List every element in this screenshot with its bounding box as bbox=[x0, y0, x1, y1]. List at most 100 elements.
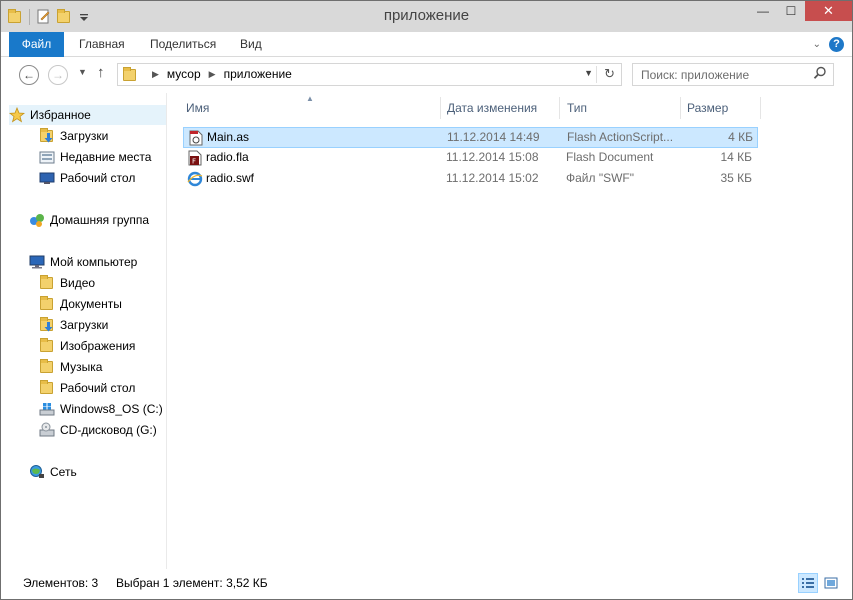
documents-folder-icon bbox=[39, 296, 55, 312]
network-icon bbox=[29, 464, 45, 480]
sidebar-item-label: Мой компьютер bbox=[50, 255, 138, 269]
large-icons-view-button[interactable] bbox=[821, 573, 841, 593]
sidebar-item-music[interactable]: Музыка bbox=[39, 357, 102, 377]
cd-drive-icon bbox=[39, 422, 55, 438]
column-header-size[interactable]: Размер bbox=[687, 99, 728, 117]
column-separator[interactable] bbox=[680, 97, 681, 119]
sidebar-item-favorites[interactable]: Избранное bbox=[8, 105, 166, 125]
tab-file[interactable]: Файл bbox=[9, 32, 64, 57]
address-separator bbox=[596, 66, 597, 83]
sort-ascending-icon: ▲ bbox=[306, 94, 314, 103]
ribbon-tabs: Файл Главная Поделиться Вид ⌄ ? bbox=[1, 32, 852, 57]
sidebar-item-label: Документы bbox=[60, 297, 122, 311]
navigation-pane: Избранное Загрузки Недавние места Рабочи… bbox=[1, 93, 167, 569]
breadcrumb: ▶ мусор ▶ приложение bbox=[122, 67, 292, 81]
table-row[interactable]: F radio.fla 11.12.2014 15:08 Flash Docum… bbox=[183, 148, 758, 169]
expand-ribbon-chevron-icon[interactable]: ⌄ bbox=[813, 39, 821, 50]
column-separator[interactable] bbox=[559, 97, 560, 119]
large-icons-view-icon bbox=[824, 577, 838, 589]
computer-icon bbox=[29, 254, 45, 270]
homegroup-icon bbox=[29, 212, 45, 228]
desktop-folder-icon bbox=[39, 380, 55, 396]
sidebar-item-pictures[interactable]: Изображения bbox=[39, 336, 135, 356]
tab-home[interactable]: Главная bbox=[65, 32, 139, 57]
sidebar-item-label: Избранное bbox=[30, 108, 91, 122]
status-selection: Выбран 1 элемент: 3,52 КБ bbox=[116, 576, 268, 590]
navigation-bar: ← → ▼ ↑ ▶ мусор ▶ приложение ▼ ↻ Поиск: … bbox=[1, 57, 852, 93]
sidebar-item-documents[interactable]: Документы bbox=[39, 294, 122, 314]
sidebar-item-label: Рабочий стол bbox=[60, 381, 136, 395]
sidebar-item-downloads-pc[interactable]: Загрузки bbox=[39, 315, 108, 335]
sidebar-item-desktop-pc[interactable]: Рабочий стол bbox=[39, 378, 135, 398]
sidebar-item-network[interactable]: Сеть bbox=[29, 462, 77, 482]
address-history-chevron-icon[interactable]: ▼ bbox=[584, 68, 593, 78]
status-item-count: Элементов: 3 bbox=[23, 576, 99, 590]
refresh-icon[interactable]: ↻ bbox=[604, 66, 615, 82]
recent-locations-chevron-icon[interactable]: ▼ bbox=[78, 67, 87, 77]
title-bar: приложение — ☐ ✕ bbox=[1, 1, 852, 32]
search-box[interactable]: Поиск: приложение bbox=[632, 63, 834, 86]
downloads-folder-icon bbox=[39, 128, 55, 144]
sidebar-item-label: Сеть bbox=[50, 465, 77, 479]
folder-icon bbox=[122, 67, 138, 81]
up-button[interactable]: ↑ bbox=[97, 64, 105, 81]
search-icon[interactable] bbox=[813, 66, 827, 83]
sidebar-item-label: Windows8_OS (C:) bbox=[60, 402, 163, 416]
sidebar-item-label: Музыка bbox=[60, 360, 103, 374]
sidebar-item-recent-places[interactable]: Недавние места bbox=[39, 147, 151, 167]
file-size: 4 КБ bbox=[728, 130, 753, 144]
svg-text:F: F bbox=[192, 158, 196, 166]
details-view-icon bbox=[802, 578, 814, 588]
sidebar-item-downloads[interactable]: Загрузки bbox=[39, 126, 108, 146]
file-date: 11.12.2014 15:02 bbox=[446, 171, 539, 185]
status-bar: Элементов: 3 Выбран 1 элемент: 3,52 КБ bbox=[1, 569, 852, 599]
maximize-button[interactable]: ☐ bbox=[777, 1, 805, 21]
sidebar-item-label: Загрузки bbox=[60, 318, 109, 332]
forward-button[interactable]: → bbox=[48, 65, 68, 85]
file-name: radio.fla bbox=[206, 150, 249, 164]
breadcrumb-arrow-icon[interactable]: ▶ bbox=[209, 69, 216, 80]
window-controls: — ☐ ✕ bbox=[749, 1, 852, 21]
back-button[interactable]: ← bbox=[19, 65, 39, 85]
minimize-button[interactable]: — bbox=[749, 1, 777, 21]
sidebar-item-label: CD-дисковод (G:) bbox=[60, 423, 157, 437]
sidebar-item-label: Видео bbox=[60, 276, 96, 290]
column-separator[interactable] bbox=[440, 97, 441, 119]
help-button[interactable]: ? bbox=[829, 37, 844, 52]
table-row[interactable]: Main.as 11.12.2014 14:49 Flash ActionScr… bbox=[183, 127, 758, 148]
search-input[interactable]: Поиск: приложение bbox=[641, 68, 749, 82]
sidebar-item-computer[interactable]: Мой компьютер bbox=[29, 252, 137, 272]
windows-drive-icon bbox=[39, 401, 55, 417]
pictures-folder-icon bbox=[39, 338, 55, 354]
sidebar-item-drive-c[interactable]: Windows8_OS (C:) bbox=[39, 399, 163, 419]
video-folder-icon bbox=[39, 275, 55, 291]
sidebar-item-desktop[interactable]: Рабочий стол bbox=[39, 168, 135, 188]
column-header-date[interactable]: Дата изменения bbox=[447, 99, 537, 117]
downloads-folder-icon bbox=[39, 317, 55, 333]
table-row[interactable]: radio.swf 11.12.2014 15:02 Файл "SWF" 35… bbox=[183, 169, 758, 190]
sidebar-item-label: Изображения bbox=[60, 339, 136, 353]
column-header-name[interactable]: Имя bbox=[186, 99, 209, 117]
address-bar[interactable]: ▶ мусор ▶ приложение ▼ ↻ bbox=[117, 63, 622, 86]
actionscript-file-icon bbox=[188, 130, 204, 146]
column-separator[interactable] bbox=[760, 97, 761, 119]
file-size: 14 КБ bbox=[720, 150, 752, 164]
file-size: 35 КБ bbox=[720, 171, 752, 185]
desktop-icon bbox=[39, 170, 55, 186]
breadcrumb-item-musor[interactable]: мусор bbox=[167, 67, 201, 81]
sidebar-item-video[interactable]: Видео bbox=[39, 273, 95, 293]
tab-share[interactable]: Поделиться bbox=[136, 32, 230, 57]
window-title: приложение bbox=[383, 7, 470, 24]
file-type: Файл "SWF" bbox=[566, 171, 635, 185]
breadcrumb-arrow-icon[interactable]: ▶ bbox=[152, 69, 159, 80]
details-view-button[interactable] bbox=[798, 573, 818, 593]
file-list: ▲ Имя Дата изменения Тип Размер Main.as … bbox=[168, 93, 852, 569]
close-button[interactable]: ✕ bbox=[805, 1, 852, 21]
sidebar-item-homegroup[interactable]: Домашняя группа bbox=[29, 210, 149, 230]
sidebar-item-label: Загрузки bbox=[60, 129, 109, 143]
sidebar-item-label: Домашняя группа bbox=[50, 213, 150, 227]
sidebar-item-drive-g[interactable]: CD-дисковод (G:) bbox=[39, 420, 157, 440]
column-header-type[interactable]: Тип bbox=[567, 99, 587, 117]
breadcrumb-item-current[interactable]: приложение bbox=[224, 67, 292, 81]
tab-view[interactable]: Вид bbox=[226, 32, 276, 57]
